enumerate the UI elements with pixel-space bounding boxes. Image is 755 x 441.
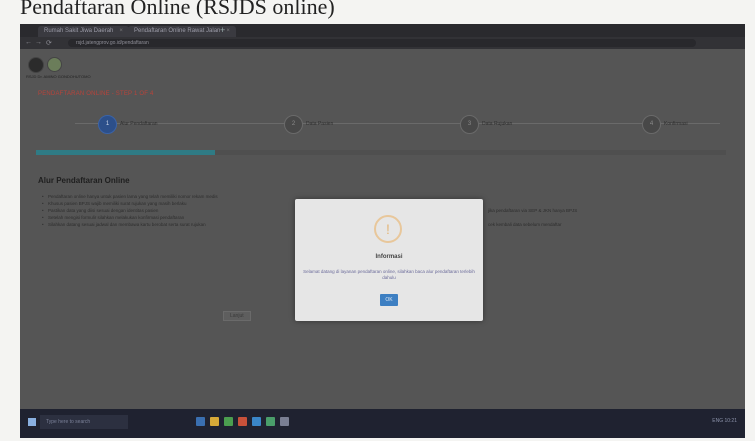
forward-icon[interactable]: →	[35, 39, 42, 46]
next-button[interactable]: Lanjut	[223, 311, 251, 321]
progress-fill	[36, 150, 216, 155]
reload-icon[interactable]: ⟳	[46, 39, 52, 47]
chrome-icon[interactable]	[224, 417, 233, 426]
step-3-label: Data Rujukan	[482, 121, 513, 127]
list-item: Pastikan data yang diisi sesuai dengan i…	[42, 208, 158, 213]
url-field[interactable]: rsjd.jatengprov.go.id/pendaftaran	[68, 39, 696, 47]
warning-icon: !	[374, 215, 402, 243]
new-tab-icon[interactable]: +	[220, 25, 225, 35]
stepper-line	[75, 123, 720, 124]
step-2-label: Data Pasien	[306, 121, 334, 127]
back-icon[interactable]: ←	[25, 39, 32, 46]
step-4-indicator: 4	[642, 115, 661, 134]
document-caption: Pendaftaran Online (RSJDS online)	[20, 0, 335, 19]
tab-label: Rumah Sakit Jiwa Daerah	[44, 28, 114, 34]
step-4-label: Konfirmasi	[664, 121, 688, 127]
modal-title: Informasi	[375, 254, 403, 260]
file-explorer-icon[interactable]	[210, 417, 219, 426]
screen-photo: Rumah Sakit Jiwa Daerah × Pendaftaran Onl…	[20, 24, 745, 438]
step-3-indicator: 3	[460, 115, 479, 134]
step-1-label: Alur Pendaftaran	[120, 121, 158, 127]
list-item-continuation: cek kembali data sebelum mendaftar	[488, 222, 562, 227]
logo-caption: RSJD Dr. AMINO GONDOHUTOMO	[26, 74, 91, 79]
list-item: Setelah mengisi formulir silahkan melaku…	[42, 215, 184, 220]
progress-bar	[36, 150, 726, 155]
browser-tab-bar: Rumah Sakit Jiwa Daerah × Pendaftaran Onl…	[20, 24, 745, 37]
taskbar: Type here to search ENG 10:21	[20, 409, 745, 438]
province-logo	[47, 57, 62, 72]
modal-message: Selamat datang di layanan pendaftaran on…	[303, 269, 475, 280]
task-view-icon[interactable]	[196, 417, 205, 426]
step-title: PENDAFTARAN ONLINE - STEP 1 OF 4	[38, 91, 154, 97]
excel-icon[interactable]	[266, 417, 275, 426]
address-bar: ← → ⟳ rsjd.jatengprov.go.id/pendaftaran	[20, 37, 745, 49]
web-page: RSJD Dr. AMINO GONDOHUTOMO PENDAFTARAN O…	[20, 49, 745, 409]
step-2-indicator: 2	[284, 115, 303, 134]
office-icon[interactable]	[238, 417, 247, 426]
list-item: Silahkan datang sesuai jadwal dan membaw…	[42, 222, 206, 227]
close-icon[interactable]: ×	[119, 28, 123, 34]
word-icon[interactable]	[252, 417, 261, 426]
close-icon[interactable]: ×	[226, 28, 230, 34]
ok-button[interactable]: OK	[380, 294, 398, 306]
info-modal: ! Informasi Selamat datang di layanan pe…	[295, 199, 483, 321]
section-title: Alur Pendaftaran Online	[38, 176, 130, 185]
app-icon[interactable]	[280, 417, 289, 426]
list-item: Pendaftaran online hanya untuk pasien la…	[42, 194, 218, 199]
browser-tab[interactable]: Rumah Sakit Jiwa Daerah ×	[38, 26, 129, 37]
list-item-continuation: jika pendaftaran via SEP & JKN hanya BPJ…	[488, 208, 578, 213]
step-1-indicator: 1	[98, 115, 117, 134]
taskbar-search-input[interactable]: Type here to search	[40, 415, 128, 429]
list-item: Khusus pasien BPJS wajib memiliki surat …	[42, 201, 187, 206]
hospital-logo	[28, 57, 44, 73]
windows-start-icon[interactable]	[28, 418, 36, 426]
system-tray[interactable]: ENG 10:21	[712, 418, 737, 424]
tab-label: Pendaftaran Online Rawat Jalan	[134, 28, 221, 34]
